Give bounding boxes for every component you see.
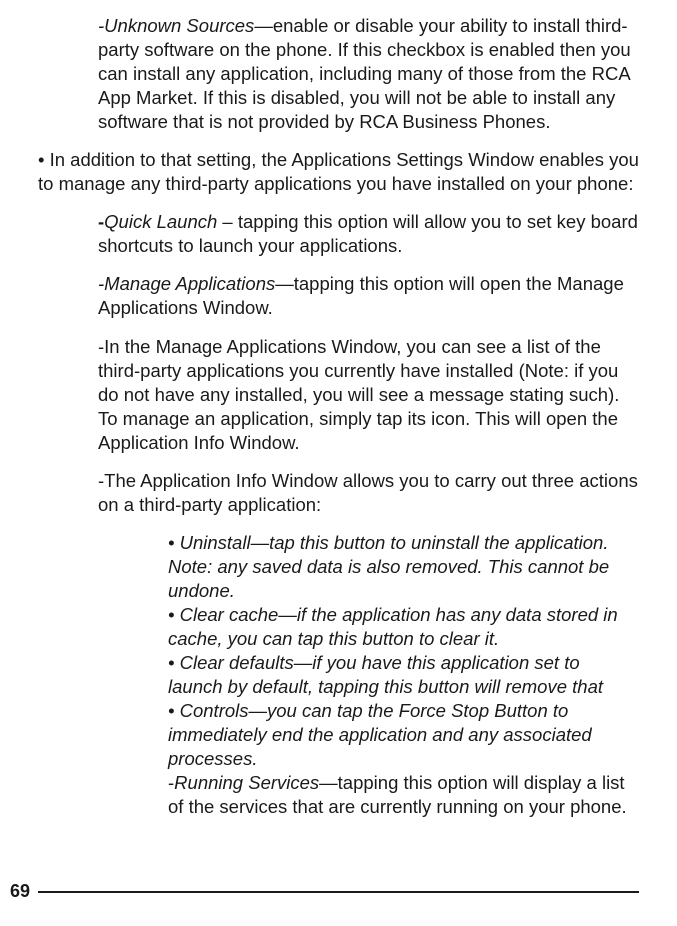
item-title: Running Services	[174, 772, 319, 793]
paragraph-manage-window: -In the Manage Applications Window, you …	[98, 335, 639, 455]
paragraph-manage-applications: -Manage Applications—tapping this option…	[98, 272, 639, 320]
item-title: Unknown Sources	[104, 15, 254, 36]
bullet-clear-defaults: • Clear defaults—if you have this applic…	[168, 651, 639, 699]
paragraph-quick-launch: -Quick Launch – tapping this option will…	[98, 210, 639, 258]
item-title: Manage Applications	[104, 273, 275, 294]
bullet-clear-cache: • Clear cache—if the application has any…	[168, 603, 639, 651]
paragraph-additional-settings: • In addition to that setting, the Appli…	[38, 148, 639, 196]
item-title: Quick Launch	[104, 211, 217, 232]
page-number: 69	[10, 881, 30, 902]
page-footer: 69	[0, 881, 677, 902]
footer-divider	[38, 891, 639, 893]
paragraph-unknown-sources: -Unknown Sources—enable or disable your …	[98, 14, 639, 134]
bullet-uninstall: • Uninstall—tap this button to uninstall…	[168, 531, 639, 603]
paragraph-app-info-window: -The Application Info Window allows you …	[98, 469, 639, 517]
bullet-controls: • Controls—you can tap the Force Stop Bu…	[168, 699, 639, 771]
bullet-running-services: -Running Services—tapping this option wi…	[168, 771, 639, 819]
document-body: -Unknown Sources—enable or disable your …	[38, 14, 639, 819]
